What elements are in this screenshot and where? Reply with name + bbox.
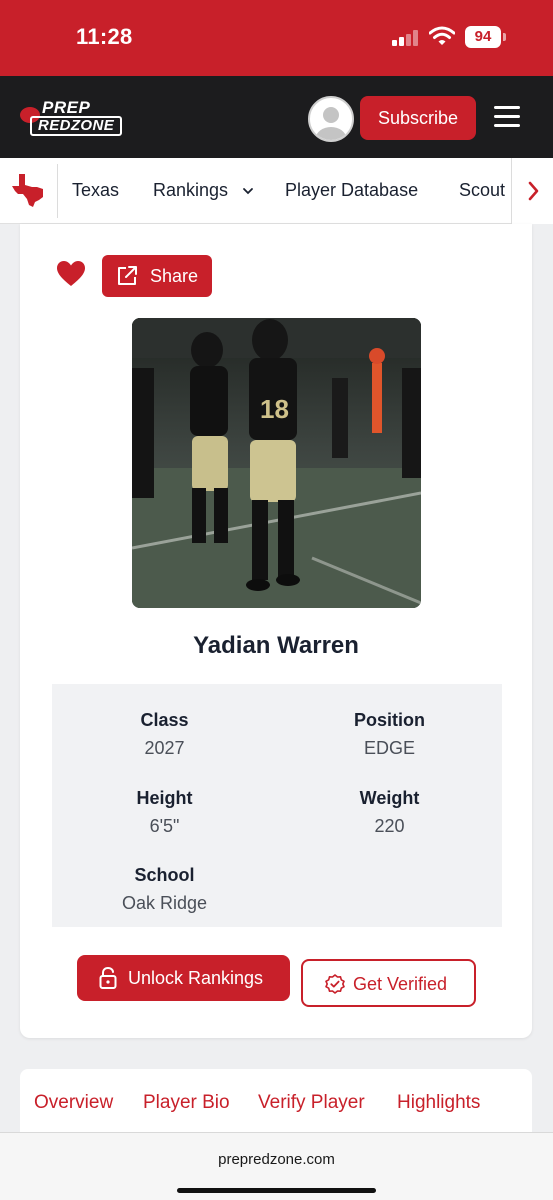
nav-item-player-database[interactable]: Player Database	[285, 180, 418, 201]
share-icon	[118, 266, 137, 285]
tab-highlights[interactable]: Highlights	[397, 1092, 480, 1114]
texas-state-icon[interactable]	[10, 172, 46, 208]
chevron-down-icon[interactable]	[242, 186, 254, 196]
unlock-rankings-button[interactable]: Unlock Rankings	[77, 955, 290, 1001]
logo-line1: PREP	[42, 98, 91, 117]
nav-item-scout[interactable]: Scout	[459, 180, 505, 201]
profile-card: Share 18 Yadian Warren Class 2027 Positi…	[20, 224, 532, 1038]
player-photo: 18	[132, 318, 421, 608]
signal-icon	[392, 30, 420, 46]
class-value: 2027	[144, 738, 185, 758]
chevron-right-icon	[528, 181, 539, 201]
position-value: EDGE	[363, 738, 415, 758]
nav-scroll-right-button[interactable]	[511, 158, 553, 224]
avatar[interactable]	[308, 96, 354, 142]
unlock-rankings-label: Unlock Rankings	[128, 968, 264, 988]
get-verified-button[interactable]: Get Verified	[301, 959, 476, 1007]
browser-url-bar[interactable]: prepredzone.com	[0, 1132, 553, 1200]
menu-icon[interactable]	[494, 106, 520, 128]
share-button[interactable]: Share	[102, 255, 212, 297]
tab-player-bio[interactable]: Player Bio	[143, 1092, 230, 1114]
tab-verify-player[interactable]: Verify Player	[258, 1092, 365, 1114]
position-label: Position	[354, 710, 425, 730]
battery-icon: 94	[465, 26, 501, 48]
class-label: Class	[140, 710, 189, 730]
status-bar: 11:28 94	[0, 0, 553, 76]
url-text[interactable]: prepredzone.com	[0, 1151, 553, 1168]
logo-line2: REDZONE	[30, 116, 123, 136]
state-nav: Texas Rankings Player Database Scout	[0, 158, 553, 224]
subscribe-button[interactable]: Subscribe	[360, 96, 476, 140]
profile-tab-bar: Overview Player Bio Verify Player Highli…	[20, 1069, 532, 1139]
height-value: 6'5"	[149, 816, 180, 836]
logo[interactable]: PREP REDZONE	[20, 97, 136, 137]
weight-value: 220	[374, 816, 405, 836]
school-value: Oak Ridge	[121, 893, 208, 913]
wifi-icon	[429, 26, 455, 45]
nav-item-texas[interactable]: Texas	[72, 180, 119, 201]
user-silhouette-icon	[316, 107, 346, 140]
heart-icon[interactable]	[56, 260, 86, 288]
battery-cap	[503, 33, 506, 41]
nav-item-rankings[interactable]: Rankings	[153, 180, 228, 201]
school-label: School	[134, 865, 195, 885]
player-details: Class 2027 Position EDGE Height 6'5" Wei…	[52, 684, 502, 927]
home-indicator	[177, 1188, 376, 1193]
height-label: Height	[136, 788, 193, 808]
tab-overview[interactable]: Overview	[34, 1092, 113, 1114]
site-header: PREP REDZONE Subscribe	[0, 76, 553, 158]
verified-check-icon	[325, 974, 345, 994]
player-name: Yadian Warren	[193, 632, 359, 659]
get-verified-label: Get Verified	[353, 974, 448, 994]
svg-text:18: 18	[260, 394, 289, 424]
nav-divider	[57, 164, 58, 218]
unlock-icon	[99, 967, 117, 989]
share-label: Share	[150, 266, 199, 286]
weight-label: Weight	[359, 788, 420, 808]
status-time: 11:28	[76, 24, 133, 49]
